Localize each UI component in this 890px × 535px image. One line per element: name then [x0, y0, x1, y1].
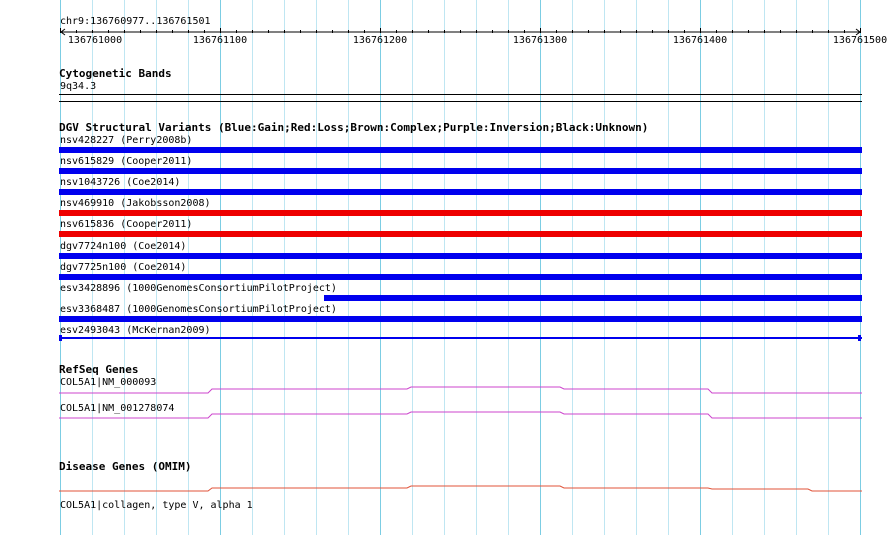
genome-browser-view: chr9:136760977..136761501 136761000 13676… [0, 0, 890, 535]
omim-gene-model [59, 485, 862, 492]
omim-gene-label[interactable]: COL5A1|collagen, type V, alpha 1 [60, 500, 253, 511]
omim-gene-models[interactable] [0, 0, 890, 535]
